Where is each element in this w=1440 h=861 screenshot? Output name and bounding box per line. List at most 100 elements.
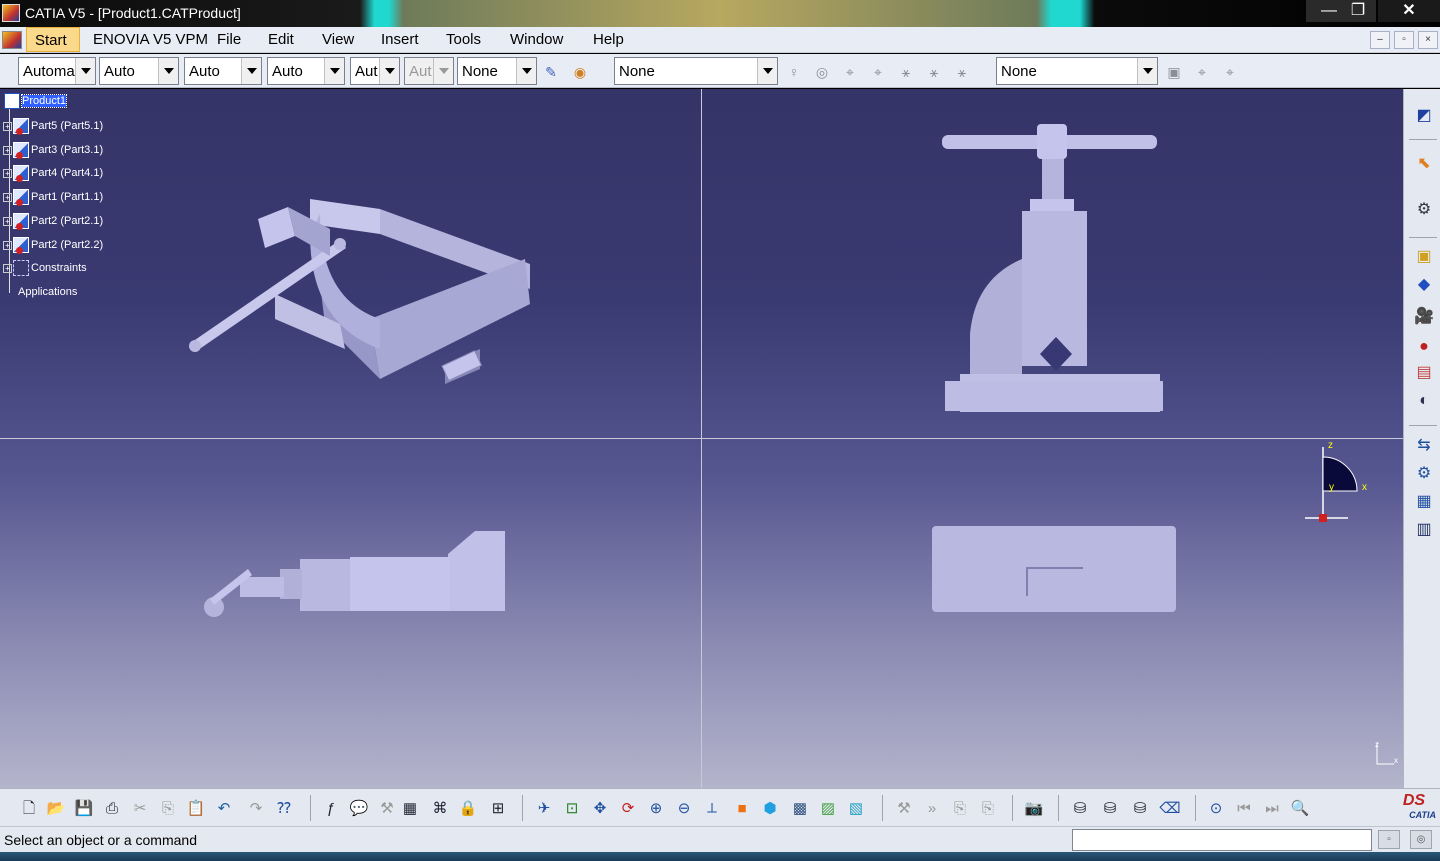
tree-item[interactable]: + Part4 (Part4.1) [3,164,103,183]
chevron-down-icon[interactable] [379,58,399,84]
render-sphere-icon[interactable]: ◐ [1413,390,1435,412]
expand-icon[interactable]: + [3,121,12,131]
target-icon[interactable]: ⊙ [1205,798,1227,820]
chevron-down-icon[interactable] [1137,58,1157,84]
hide-show-icon[interactable]: ▨ [817,798,839,820]
line-type-combo[interactable]: Auto [267,57,345,85]
tree-item[interactable]: + Part2 (Part2.1) [3,212,103,231]
status-button[interactable]: ▫ [1378,830,1400,849]
fly-mode-icon[interactable]: ✈ [533,798,555,820]
expand-icon[interactable]: + [3,192,12,202]
menu-start[interactable]: Start [26,27,80,52]
menu-help[interactable]: Help [593,31,624,48]
current-layer-combo[interactable]: None [996,57,1158,85]
compass-icon[interactable]: z x y [1300,439,1380,529]
menu-view[interactable]: View [322,31,354,48]
catia-app-icon[interactable] [2,4,20,22]
expand-icon[interactable]: + [3,168,12,178]
chevron-down-icon[interactable] [241,58,261,84]
product-icon[interactable]: ⛁ [1129,798,1151,820]
painter-icon[interactable]: ✎ [541,62,561,82]
mdi-minimize-button[interactable]: – [1370,31,1390,49]
menu-enovia[interactable]: ENOVIA V5 VPM [93,31,208,48]
transparency-combo[interactable]: Auto [99,57,179,85]
menu-insert[interactable]: Insert [381,31,419,48]
mdi-close-button[interactable]: × [1418,31,1438,49]
vise-top-view[interactable] [930,524,1180,619]
manipulation-icon[interactable]: ⇆ [1413,435,1435,457]
document-menu-icon[interactable] [2,31,22,49]
erase-icon[interactable]: ⌫ [1159,798,1181,820]
swap-space-icon[interactable]: ▧ [845,798,867,820]
zoom-out-icon[interactable]: ⊖ [673,798,695,820]
vise-side-view[interactable] [200,529,510,619]
select-arrow-icon[interactable]: ⬉ [1413,153,1435,175]
network-icon[interactable]: ⌘ [429,798,451,820]
expand-icon[interactable]: + [3,216,12,226]
new-component-icon[interactable]: ◆ [1413,274,1435,296]
new-file-icon[interactable]: 🗋 [18,798,40,820]
pan-icon[interactable]: ✥ [589,798,611,820]
camera-icon[interactable]: 🎥 [1413,306,1435,328]
capture-camera-icon[interactable]: 📷 [1023,798,1045,820]
product-icon[interactable]: ⛁ [1069,798,1091,820]
whats-this-icon[interactable]: ⁇ [273,798,295,820]
point-type-combo[interactable]: Aut [350,57,400,85]
line-thickness-combo[interactable]: Auto [184,57,262,85]
save-icon[interactable]: 💾 [73,798,95,820]
search-icon[interactable]: 🔍 [1289,798,1311,820]
3d-viewport[interactable]: Product1 + Part5 (Part5.1) + Part3 (Part3.… [0,89,1403,788]
chevron-down-icon[interactable] [75,58,95,84]
tree-item-applications[interactable]: Applications [18,283,77,301]
chevron-down-icon[interactable] [324,58,344,84]
undo-icon[interactable]: ↶ [213,798,235,820]
layer-combo[interactable]: None [457,57,537,85]
measure-icon[interactable]: ⊞ [487,798,509,820]
tree-item-root[interactable]: Product1 [4,92,68,110]
shading-icon[interactable]: ▩ [789,798,811,820]
clash-icon[interactable]: ▥ [1413,519,1435,541]
explode-icon[interactable]: ▦ [1413,491,1435,513]
apply-material-icon[interactable]: ◉ [570,62,590,82]
open-folder-icon[interactable]: 📂 [45,798,67,820]
expand-icon[interactable]: + [3,240,12,250]
workbench-icon[interactable]: ◩ [1413,105,1435,127]
status-button[interactable]: ◎ [1410,830,1432,849]
tree-item[interactable]: + Part5 (Part5.1) [3,117,103,136]
menu-file[interactable]: File [217,31,241,48]
vise-isometric-view[interactable] [180,144,550,384]
tree-item[interactable]: + Part2 (Part2.2) [3,236,103,255]
vise-front-view[interactable] [930,119,1170,419]
lock-icon[interactable]: 🔒 [457,798,479,820]
expand-icon[interactable]: + [3,263,12,273]
color-combo[interactable]: Automatic [18,57,96,85]
iso-view-icon[interactable]: ⬢ [759,798,781,820]
power-input-field[interactable] [1072,829,1372,851]
menu-edit[interactable]: Edit [268,31,294,48]
table-icon[interactable]: ▦ [399,798,421,820]
product-icon[interactable]: ⛁ [1099,798,1121,820]
close-button[interactable]: ✕ [1378,0,1440,22]
formula-icon[interactable]: ƒ [320,798,342,820]
chevron-down-icon[interactable] [757,58,777,84]
chevron-down-icon[interactable] [516,58,536,84]
balls-icon[interactable]: ● [1413,336,1435,358]
menu-tools[interactable]: Tools [446,31,481,48]
tree-item[interactable]: + Part3 (Part3.1) [3,141,103,160]
mdi-restore-button[interactable]: ▫ [1394,31,1414,49]
expand-icon[interactable]: + [3,145,12,155]
tree-item[interactable]: + Part1 (Part1.1) [3,188,103,207]
multi-view-icon[interactable]: ■ [731,798,753,820]
rotate-icon[interactable]: ⟳ [617,798,639,820]
graphic-properties-filter-combo[interactable]: None [614,57,778,85]
chevron-down-icon[interactable] [158,58,178,84]
normal-view-icon[interactable]: ⟂ [701,798,723,820]
comment-icon[interactable]: 💬 [348,798,370,820]
fit-all-icon[interactable]: ⊡ [561,798,583,820]
tree-item-constraints[interactable]: + Constraints [3,259,87,277]
snap-icon[interactable]: ⚙ [1413,463,1435,485]
catalog-icon[interactable]: ⚙ [1413,199,1435,221]
zoom-in-icon[interactable]: ⊕ [645,798,667,820]
maximize-button[interactable]: ❐ [1340,0,1376,22]
menu-window[interactable]: Window [510,31,563,48]
